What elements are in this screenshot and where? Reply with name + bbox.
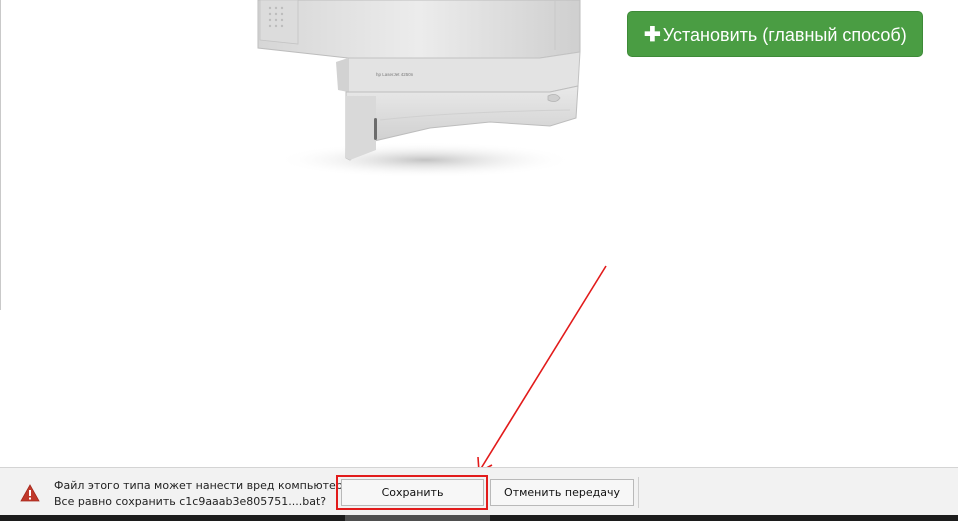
save-button[interactable]: Сохранить [341,479,484,506]
printer-brand-text: hp LaserJet 4250n [376,72,414,77]
cancel-download-button[interactable]: Отменить передачу [490,479,634,506]
printer-image: hp LaserJet 4250n [257,0,581,178]
warning-line-2: Все равно сохранить c1c9aaab3e805751....… [54,495,327,508]
install-button-label: Установить (главный способ) [662,25,907,45]
taskbar-item [345,515,490,521]
left-border [0,0,1,310]
browser-page: hp LaserJet 4250n ✚ Установить (главный с… [0,0,958,521]
warning-line-1: Файл этого типа может нанести вред компь… [54,479,353,492]
warning-icon [20,484,40,502]
install-button[interactable]: ✚ Установить (главный способ) [627,11,923,57]
plus-icon: ✚ [644,24,661,46]
warning-message: Файл этого типа может нанести вред компь… [54,478,353,510]
bar-divider [638,477,639,508]
download-bar: Файл этого типа может нанести вред компь… [0,467,958,515]
